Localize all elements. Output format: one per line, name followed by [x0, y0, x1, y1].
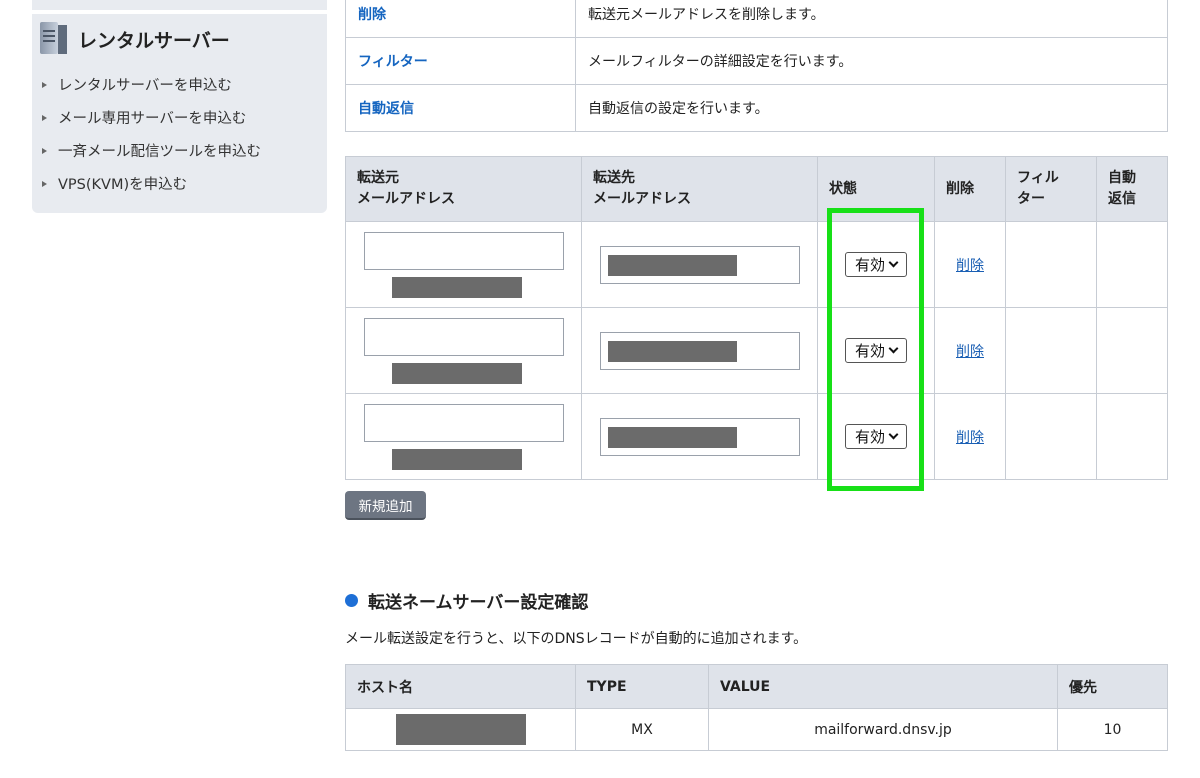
src-address-input[interactable] [364, 318, 564, 356]
filter-cell [1005, 393, 1097, 480]
delete-cell: 削除 [934, 307, 1006, 394]
table-row: フィルター メールフィルターの詳細設定を行います。 [345, 37, 1168, 85]
sidebar-item-label: レンタルサーバーを申込む [58, 78, 232, 94]
table-row: MX mailforward.dnsv.jp 10 [345, 708, 1168, 751]
operations-table: 削除 転送元メールアドレスを削除します。 フィルター メールフィルターの詳細設定… [345, 0, 1168, 132]
table-header-row: 転送元 メールアドレス 転送先 メールアドレス 状態 削除 フィル ター 自動 返信 [345, 156, 1168, 222]
delete-cell: 削除 [934, 221, 1006, 308]
auto-reply-cell [1096, 221, 1168, 308]
table-header-row: ホスト名 TYPE VALUE 優先 [345, 664, 1168, 709]
forwarding-table: 転送元 メールアドレス 転送先 メールアドレス 状態 削除 フィル ター 自動 返信 有… [345, 156, 1168, 480]
delete-link[interactable]: 削除 [935, 341, 1005, 361]
delete-link[interactable]: 削除 [935, 255, 1005, 275]
src-cell [345, 221, 582, 308]
sidebar-item-mail-server[interactable]: メール専用サーバーを申込む [42, 101, 261, 134]
triangle-bullet-icon [42, 147, 47, 154]
op-key: 自動返信 [345, 84, 576, 132]
auto-reply-cell [1096, 393, 1168, 480]
section-title: 転送ネームサーバー設定確認 [368, 593, 589, 613]
filter-cell [1005, 307, 1097, 394]
triangle-bullet-icon [42, 81, 47, 88]
auto-reply-cell [1096, 307, 1168, 394]
header-text: 返信 [1108, 191, 1136, 207]
header-auto-reply: 自動 返信 [1096, 156, 1168, 222]
priority-cell: 10 [1057, 708, 1168, 751]
header-text: 自動 [1108, 170, 1136, 186]
sidebar-list: レンタルサーバーを申込む メール専用サーバーを申込む 一斉メール配信ツールを申込… [42, 68, 261, 200]
table-row: 自動返信 自動返信の設定を行います。 [345, 84, 1168, 132]
dst-address-input[interactable] [600, 331, 800, 370]
src-address-input[interactable] [364, 232, 564, 270]
dst-address-input[interactable] [600, 245, 800, 284]
host-cell [345, 708, 576, 751]
header-priority: 優先 [1057, 664, 1168, 709]
table-row: 有効 削除 [345, 221, 1168, 308]
value-cell: mailforward.dnsv.jp [708, 708, 1058, 751]
op-desc: 自動返信の設定を行います。 [575, 84, 1168, 132]
header-type: TYPE [575, 664, 709, 709]
src-address-input[interactable] [364, 404, 564, 442]
op-desc: メールフィルターの詳細設定を行います。 [575, 37, 1168, 85]
triangle-bullet-icon [42, 180, 47, 187]
op-desc: 転送元メールアドレスを削除します。 [575, 0, 1168, 38]
bullet-dot-icon [345, 594, 358, 607]
add-new-button[interactable]: 新規追加 [345, 491, 426, 520]
triangle-bullet-icon [42, 114, 47, 121]
sidebar-item-label: メール専用サーバーを申込む [58, 111, 247, 127]
redacted-block [395, 714, 526, 745]
header-filter: フィル ター [1005, 156, 1097, 222]
redacted-block [392, 363, 522, 384]
dns-section-description: メール転送設定を行うと、以下のDNSレコードが自動的に追加されます。 [345, 631, 808, 647]
sidebar-item-bulk-mail[interactable]: 一斉メール配信ツールを申込む [42, 134, 261, 167]
sidebar-item-label: 一斉メール配信ツールを申込む [58, 144, 261, 160]
table-row: 有効 削除 [345, 307, 1168, 394]
sidebar-header: レンタルサーバー [38, 22, 230, 56]
sidebar-title: レンタルサーバー [78, 29, 230, 52]
header-text: ター [1017, 191, 1045, 207]
header-text: 転送先 [593, 170, 635, 186]
sidebar-item-label: VPS(KVM)を申込む [58, 177, 188, 193]
header-text: メールアドレス [593, 191, 691, 207]
sidebar-item-vps[interactable]: VPS(KVM)を申込む [42, 167, 261, 200]
dst-cell [581, 221, 818, 308]
sidebar-top-strip [32, 0, 327, 10]
op-key: フィルター [345, 37, 576, 85]
filter-cell [1005, 221, 1097, 308]
header-text: フィル [1017, 170, 1059, 186]
redacted-block [392, 277, 522, 298]
dst-cell [581, 307, 818, 394]
dst-address-input[interactable] [600, 417, 800, 456]
header-text: 転送元 [357, 170, 399, 186]
delete-link[interactable]: 削除 [935, 427, 1005, 447]
src-cell [345, 393, 582, 480]
header-delete: 削除 [934, 156, 1006, 222]
redacted-block [608, 254, 737, 276]
dns-section-heading: 転送ネームサーバー設定確認 [345, 588, 588, 613]
redacted-block [608, 426, 737, 448]
status-highlight-box [827, 208, 924, 491]
header-src-address: 転送元メールアドレス [345, 156, 582, 222]
delete-cell: 削除 [934, 393, 1006, 480]
table-row: 有効 削除 [345, 393, 1168, 480]
header-host: ホスト名 [345, 664, 576, 709]
type-cell: MX [575, 708, 709, 751]
header-dst-address: 転送先メールアドレス [581, 156, 818, 222]
redacted-block [608, 340, 737, 362]
src-cell [345, 307, 582, 394]
dns-record-table: ホスト名 TYPE VALUE 優先 MX mailforward.dnsv.j… [345, 664, 1168, 751]
sidebar-rental-server: レンタルサーバー レンタルサーバーを申込む メール専用サーバーを申込む 一斉メー… [32, 14, 327, 213]
server-icon [38, 22, 68, 56]
sidebar-item-rental-server[interactable]: レンタルサーバーを申込む [42, 68, 261, 101]
header-value: VALUE [708, 664, 1058, 709]
table-row: 削除 転送元メールアドレスを削除します。 [345, 0, 1168, 38]
header-text: メールアドレス [357, 191, 455, 207]
redacted-block [392, 449, 522, 470]
op-key: 削除 [345, 0, 576, 38]
dst-cell [581, 393, 818, 480]
